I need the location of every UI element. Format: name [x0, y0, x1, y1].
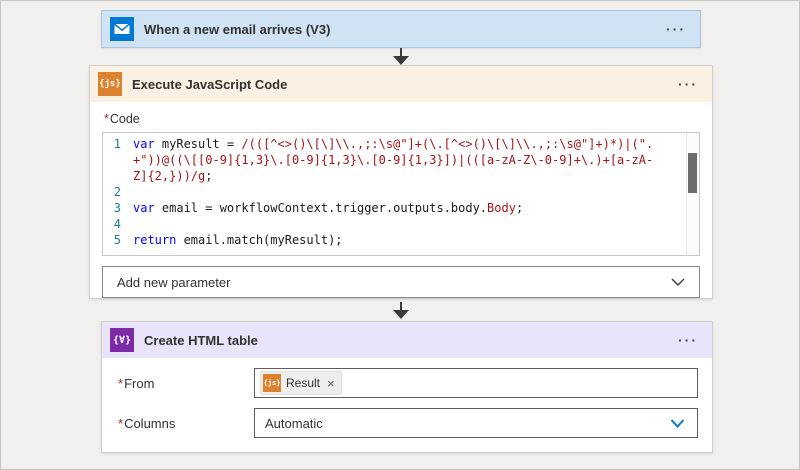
line-number: 2 — [103, 184, 133, 200]
flow-arrow — [393, 48, 409, 65]
javascript-icon: {js} — [98, 72, 122, 96]
token-remove-button[interactable]: × — [327, 376, 335, 391]
line-number: 3 — [103, 200, 133, 216]
code-editor[interactable]: 1var myResult = /(([^<>()\[\]\\.,;:\s@"]… — [102, 132, 700, 256]
trigger-card-when-new-email-arrives[interactable]: When a new email arrives (V3) ··· — [101, 10, 701, 48]
js-card-body: *Code 1var myResult = /(([^<>()\[\]\\.,;… — [90, 102, 712, 298]
code-field-label-text: Code — [110, 112, 140, 126]
action-card-execute-javascript-code: {js} Execute JavaScript Code ··· *Code 1… — [89, 65, 713, 299]
scrollbar-track[interactable] — [686, 133, 699, 255]
action-card-create-html-table: {∀} Create HTML table ··· *From {js} Res… — [101, 321, 713, 453]
code-text: return email.match(myResult); — [133, 232, 699, 248]
code-field-label: *Code — [104, 112, 700, 128]
js-card-title: Execute JavaScript Code — [132, 77, 666, 92]
code-line: 3var email = workflowContext.trigger.out… — [103, 200, 699, 216]
arrow-stem — [400, 302, 402, 310]
table-card-title: Create HTML table — [144, 333, 666, 348]
line-number: 5 — [103, 232, 133, 248]
table-card-header[interactable]: {∀} Create HTML table ··· — [102, 322, 712, 358]
result-token[interactable]: {js} Result × — [260, 371, 342, 395]
columns-field-row: *Columns Automatic — [102, 408, 712, 438]
chevron-down-icon — [670, 419, 685, 428]
columns-dropdown[interactable]: Automatic — [254, 408, 698, 438]
arrow-head — [393, 56, 409, 65]
trigger-menu-button[interactable]: ··· — [664, 20, 688, 38]
code-line: 5return email.match(myResult); — [103, 232, 699, 248]
code-text: var myResult = /(([^<>()\[\]\\.,;:\s@"]+… — [133, 136, 699, 184]
from-field-label: *From — [118, 376, 254, 391]
code-text — [133, 216, 699, 232]
code-lines: 1var myResult = /(([^<>()\[\]\\.,;:\s@"]… — [103, 133, 699, 248]
arrow-stem — [400, 48, 402, 56]
add-new-parameter-dropdown[interactable]: Add new parameter — [102, 266, 700, 298]
scrollbar-thumb[interactable] — [688, 153, 697, 193]
columns-label-text: Columns — [124, 416, 175, 431]
js-menu-button[interactable]: ··· — [676, 75, 700, 93]
outlook-icon — [110, 17, 134, 41]
table-menu-button[interactable]: ··· — [676, 331, 700, 349]
required-star: * — [104, 112, 109, 126]
columns-selected-value: Automatic — [265, 416, 323, 431]
code-line: 4 — [103, 216, 699, 232]
line-number: 4 — [103, 216, 133, 232]
line-number: 1 — [103, 136, 133, 184]
from-field-row: *From {js} Result × — [102, 368, 712, 398]
javascript-icon-small: {js} — [263, 374, 281, 392]
from-label-text: From — [124, 376, 154, 391]
chevron-down-icon — [671, 278, 685, 286]
code-text: var email = workflowContext.trigger.outp… — [133, 200, 699, 216]
data-operation-icon: {∀} — [110, 328, 134, 352]
required-star: * — [118, 376, 123, 391]
token-label: Result — [286, 376, 320, 390]
trigger-title: When a new email arrives (V3) — [144, 22, 654, 37]
code-text — [133, 184, 699, 200]
js-card-header[interactable]: {js} Execute JavaScript Code ··· — [90, 66, 712, 102]
flow-arrow — [393, 302, 409, 319]
required-star: * — [118, 416, 123, 431]
designer-canvas: When a new email arrives (V3) ··· {js} E… — [0, 0, 800, 470]
columns-field-label: *Columns — [118, 416, 254, 431]
code-line: 1var myResult = /(([^<>()\[\]\\.,;:\s@"]… — [103, 136, 699, 184]
code-line: 2 — [103, 184, 699, 200]
from-input[interactable]: {js} Result × — [254, 368, 698, 398]
add-parameter-label: Add new parameter — [117, 275, 230, 290]
arrow-head — [393, 310, 409, 319]
